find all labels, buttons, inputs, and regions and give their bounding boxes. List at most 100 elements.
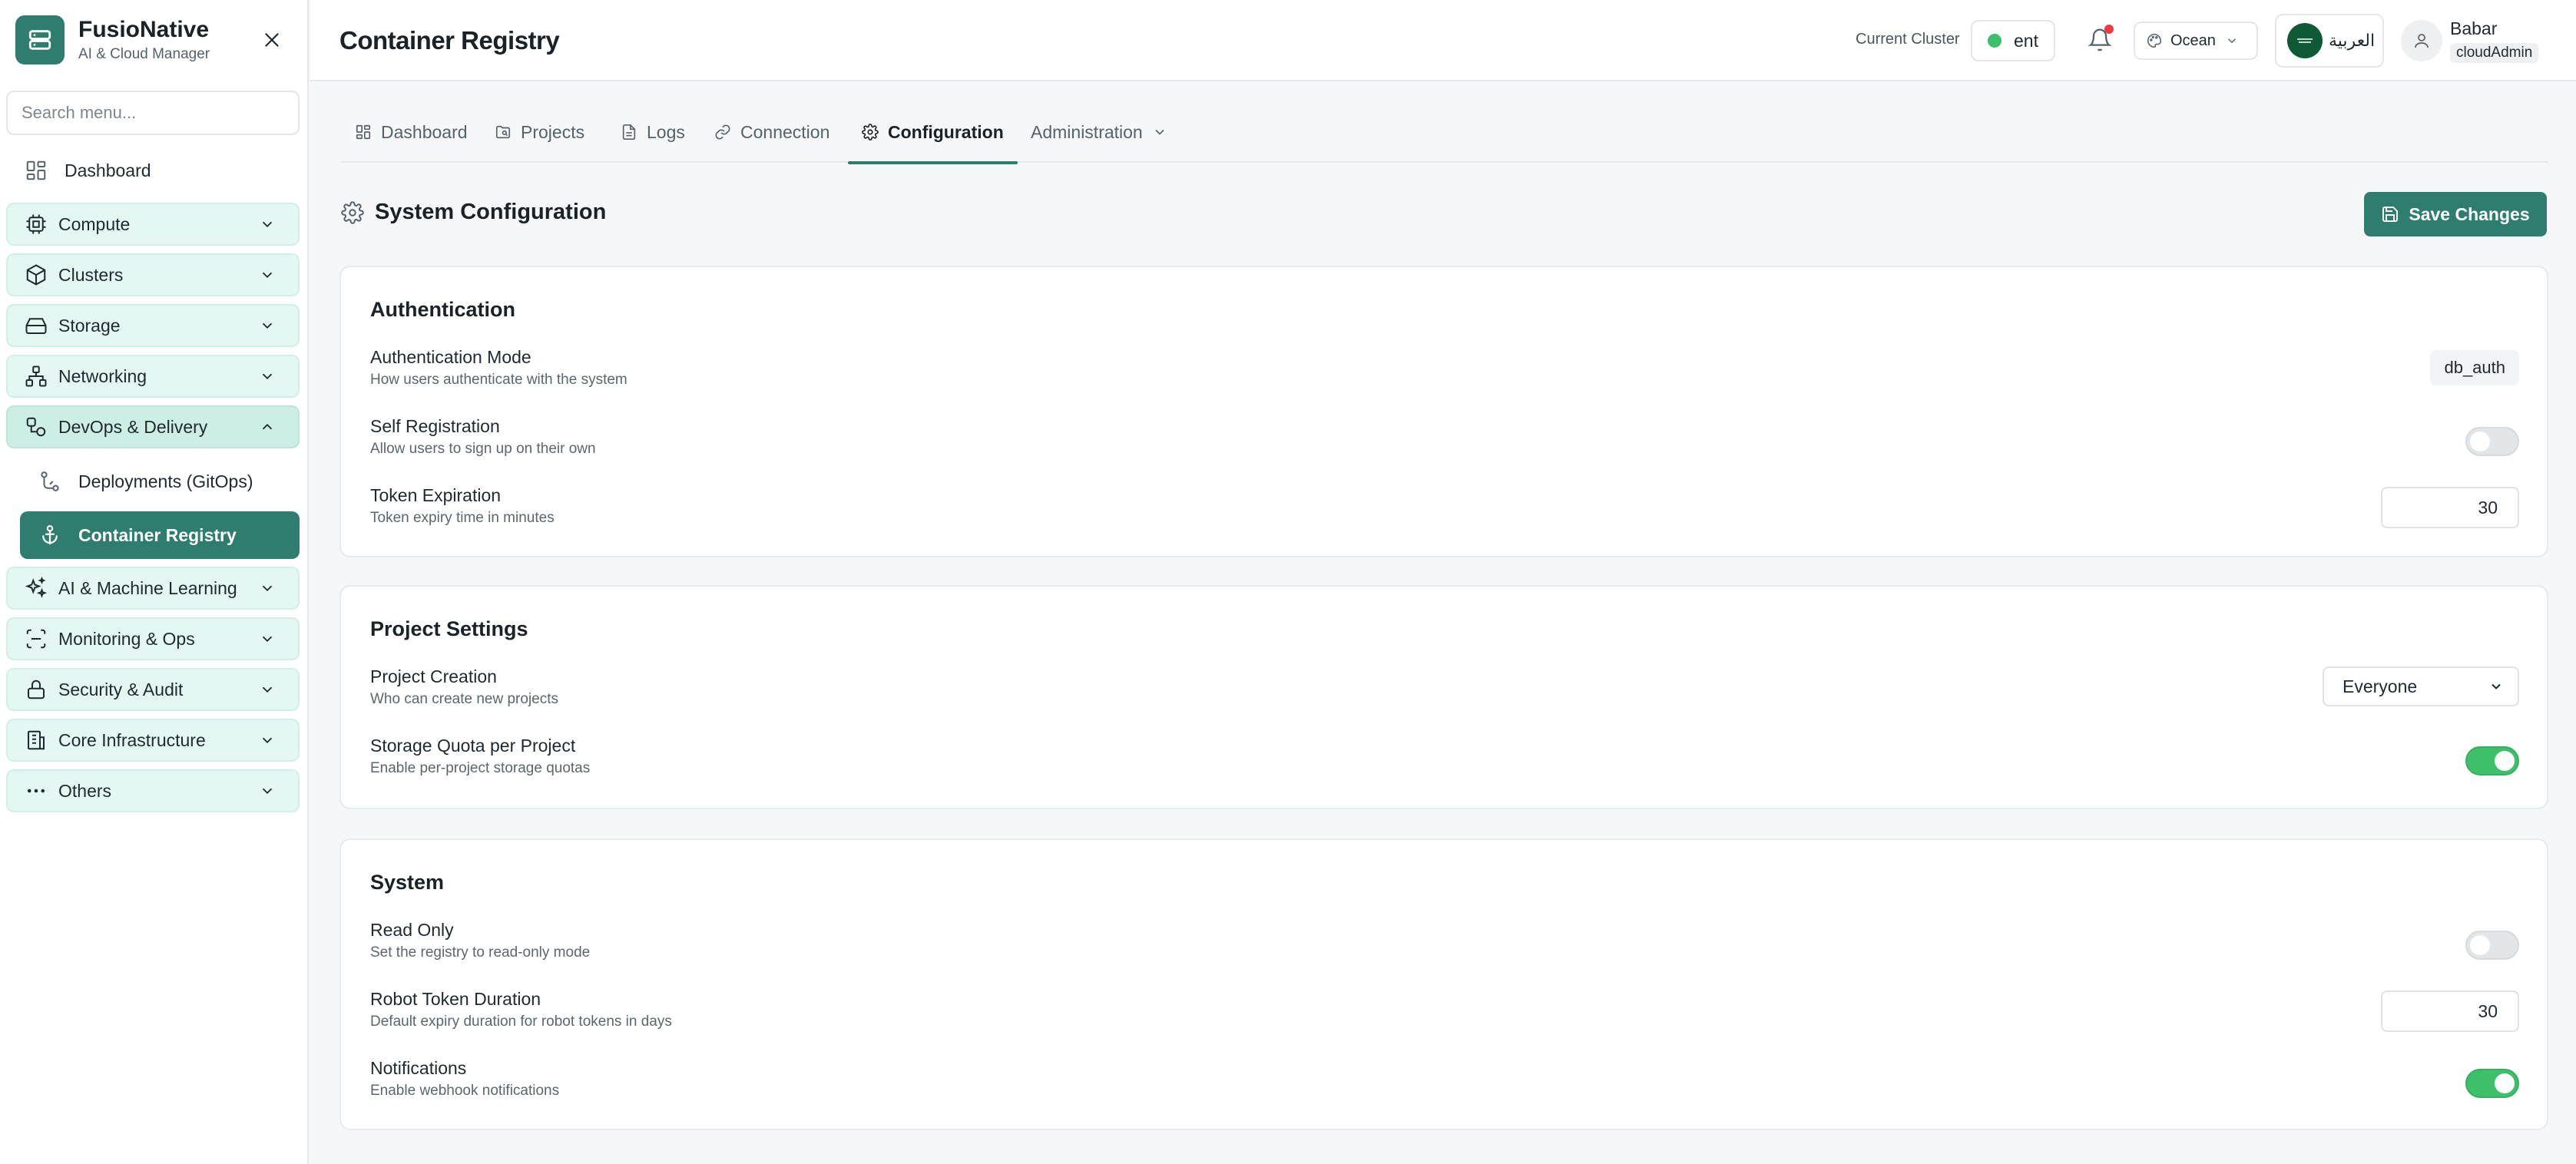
cluster-status-dot xyxy=(1988,34,2002,48)
sidebar-group-compute[interactable]: Compute xyxy=(6,203,300,246)
setting-label: Notifications xyxy=(370,1058,467,1078)
setting-description: Set the registry to read-only mode xyxy=(370,944,591,961)
sidebar-group-label: Others xyxy=(58,780,112,801)
read-only-toggle[interactable] xyxy=(2465,931,2519,960)
setting-description: Default expiry duration for robot tokens… xyxy=(370,1014,672,1030)
hard-drive-icon xyxy=(25,314,48,337)
user-icon xyxy=(2412,31,2431,50)
chevron-down-icon xyxy=(252,310,283,341)
tab-connection[interactable]: Connection xyxy=(700,107,843,163)
setting-label: Read Only xyxy=(370,920,454,940)
card-title: System xyxy=(370,871,445,894)
sidebar-item-label: Dashboard xyxy=(65,160,151,180)
auth-mode-value: db_auth xyxy=(2430,350,2519,385)
grid-icon xyxy=(355,124,372,141)
tab-label: Dashboard xyxy=(381,121,468,142)
cube-icon xyxy=(25,263,48,286)
cpu-icon xyxy=(25,213,48,236)
tab-projects[interactable]: Projects xyxy=(481,107,598,163)
theme-selector[interactable]: Ocean xyxy=(2134,21,2258,60)
user-avatar[interactable] xyxy=(2401,20,2442,61)
token-expiration-row: Token Expiration Token expiry time in mi… xyxy=(370,485,2519,539)
tab-label: Connection xyxy=(740,121,830,142)
setting-label: Token Expiration xyxy=(370,485,502,505)
select-value: Everyone xyxy=(2343,676,2418,696)
saudi-flag-icon xyxy=(2287,23,2323,58)
chevron-down-icon xyxy=(252,674,283,705)
brand-name: FusioNative xyxy=(78,17,210,42)
notifications-button[interactable] xyxy=(2083,23,2117,57)
sidebar-group-networking[interactable]: Networking xyxy=(6,355,300,398)
building-icon xyxy=(25,729,48,752)
notification-badge xyxy=(2104,25,2114,34)
anchor-icon xyxy=(38,524,61,547)
toggle-knob xyxy=(2495,751,2515,771)
setting-description: Enable webhook notifications xyxy=(370,1083,560,1099)
sidebar-item-container-registry[interactable]: Container Registry xyxy=(20,511,300,559)
robot-token-duration-input[interactable] xyxy=(2381,990,2519,1032)
toggle-knob xyxy=(2470,935,2490,955)
setting-label: Self Registration xyxy=(370,416,500,436)
project-settings-card: Project Settings Project Creation Who ca… xyxy=(339,585,2548,809)
notifications-toggle[interactable] xyxy=(2465,1069,2519,1098)
save-changes-button[interactable]: Save Changes xyxy=(2364,192,2547,236)
folder-icon xyxy=(495,124,512,141)
storage-quota-row: Storage Quota per Project Enable per-pro… xyxy=(370,736,2519,789)
sidebar-group-label: Core Infrastructure xyxy=(58,729,206,750)
top-header: Container Registry Current Cluster ent O… xyxy=(310,0,2576,81)
sidebar-group-clusters[interactable]: Clusters xyxy=(6,253,300,296)
auth-mode-row: Authentication Mode How users authentica… xyxy=(370,347,2519,401)
token-expiration-input[interactable] xyxy=(2381,487,2519,528)
cluster-selector[interactable]: ent xyxy=(1971,20,2055,61)
chevron-up-icon xyxy=(252,412,283,442)
scan-icon xyxy=(25,627,48,650)
sidebar-item-label: Container Registry xyxy=(78,524,237,545)
sparkles-icon xyxy=(25,577,48,600)
chevron-down-icon xyxy=(252,623,283,654)
chevron-down-icon xyxy=(252,260,283,290)
tab-label: Configuration xyxy=(888,121,1004,142)
sidebar-group-label: Compute xyxy=(58,213,131,234)
sidebar-group-ai-ml[interactable]: AI & Machine Learning xyxy=(6,567,300,610)
devops-icon xyxy=(25,415,48,438)
close-sidebar-icon[interactable] xyxy=(258,26,286,54)
page-title: Container Registry xyxy=(339,26,560,55)
sidebar-group-security[interactable]: Security & Audit xyxy=(6,668,300,711)
sidebar-group-devops[interactable]: DevOps & Delivery xyxy=(6,405,300,448)
project-creation-select[interactable]: Everyone xyxy=(2323,666,2519,706)
storage-quota-toggle[interactable] xyxy=(2465,746,2519,775)
self-registration-toggle[interactable] xyxy=(2465,427,2519,456)
sidebar-group-label: Security & Audit xyxy=(58,679,184,699)
tab-label: Projects xyxy=(521,121,585,142)
language-label: العربية xyxy=(2329,31,2376,51)
tab-logs[interactable]: Logs xyxy=(607,107,699,163)
sidebar-group-monitoring[interactable]: Monitoring & Ops xyxy=(6,617,300,660)
sidebar-group-core-infrastructure[interactable]: Core Infrastructure xyxy=(6,719,300,762)
link-icon xyxy=(714,124,731,141)
tab-configuration[interactable]: Configuration xyxy=(848,107,1018,164)
chevron-down-icon xyxy=(2488,679,2504,694)
card-title: Authentication xyxy=(370,298,515,321)
menu-search-input[interactable] xyxy=(6,91,300,135)
sidebar-item-dashboard[interactable]: Dashboard xyxy=(6,149,300,192)
sidebar-item-deployments[interactable]: Deployments (GitOps) xyxy=(20,458,300,505)
sidebar-group-label: Monitoring & Ops xyxy=(58,628,195,649)
file-text-icon xyxy=(621,124,637,141)
tab-dashboard[interactable]: Dashboard xyxy=(341,107,482,163)
sidebar-group-others[interactable]: Others xyxy=(6,769,300,812)
tab-administration[interactable]: Administration xyxy=(1017,107,1181,163)
gear-icon xyxy=(862,124,879,141)
sidebar: FusioNative AI & Cloud Manager Dashboard… xyxy=(0,0,309,1164)
save-icon xyxy=(2381,205,2399,223)
self-registration-row: Self Registration Allow users to sign up… xyxy=(370,416,2519,470)
sidebar-group-label: Storage xyxy=(58,315,121,336)
setting-description: Enable per-project storage quotas xyxy=(370,760,591,776)
gear-icon xyxy=(341,200,364,224)
sidebar-group-storage[interactable]: Storage xyxy=(6,304,300,347)
git-branch-icon xyxy=(38,470,61,493)
chevron-down-icon xyxy=(252,775,283,806)
setting-description: Token expiry time in minutes xyxy=(370,510,555,526)
system-card: System Read Only Set the registry to rea… xyxy=(339,838,2548,1130)
config-title: System Configuration xyxy=(375,200,607,224)
language-switcher[interactable]: العربية xyxy=(2275,14,2384,68)
